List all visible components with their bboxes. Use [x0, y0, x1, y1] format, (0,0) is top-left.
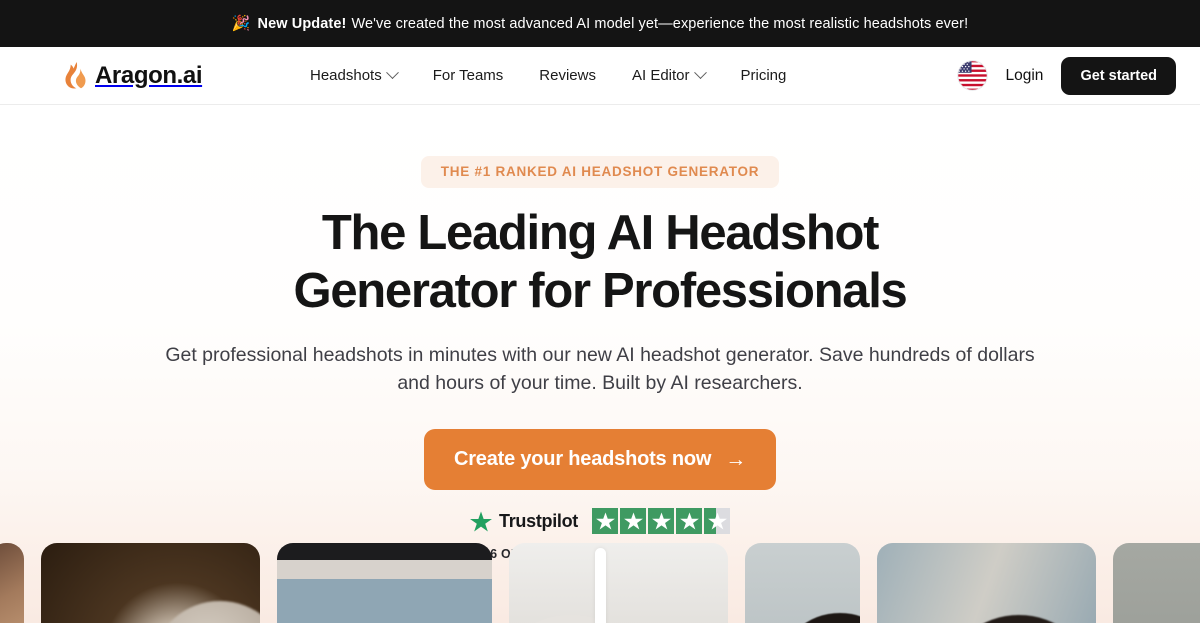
- headshot-card-1[interactable]: [41, 543, 260, 623]
- chevron-down-icon: [385, 66, 399, 80]
- us-flag-icon[interactable]: [956, 60, 988, 91]
- announcement-banner: 🎉 New Update! We've created the most adv…: [0, 0, 1200, 47]
- announcement-lead: New Update!: [257, 15, 347, 32]
- headline-line-2: Generator for Professionals: [293, 264, 908, 318]
- get-started-button[interactable]: Get started: [1061, 56, 1176, 95]
- nav-link-label: For Teams: [432, 67, 504, 84]
- nav-right-actions: Login Get started: [956, 56, 1176, 95]
- headshot-card-3[interactable]: [509, 543, 728, 623]
- headshot-card-5[interactable]: [877, 543, 1096, 623]
- hero-section: THE #1 RANKED AI HEADSHOT GENERATOR The …: [0, 105, 1200, 623]
- headshot-card-4[interactable]: [745, 543, 860, 623]
- nav-links: Headshots For Teams Reviews AI Editor Pr…: [310, 66, 787, 84]
- party-popper-icon: 🎉: [231, 15, 251, 32]
- main-navbar: Aragon.ai Headshots For Teams Reviews AI…: [0, 47, 1200, 105]
- nav-link-label: Reviews: [539, 67, 596, 84]
- page-title: The Leading AI Headshot Generator for Pr…: [0, 209, 1200, 316]
- star-3: [648, 508, 674, 535]
- trustpilot-name: Trustpilot: [499, 510, 578, 531]
- headshot-gallery: [0, 543, 1200, 623]
- cta-label: Create your headshots now: [453, 448, 712, 471]
- nav-link-ai-editor[interactable]: AI Editor: [631, 66, 707, 84]
- trustpilot-rating[interactable]: Trustpilot: [0, 508, 1200, 535]
- trustpilot-stars: [592, 508, 730, 535]
- star-5-partial: [704, 508, 730, 535]
- announcement-text: We've created the most advanced AI model…: [351, 15, 969, 32]
- star-2: [620, 508, 646, 535]
- nav-link-label: Headshots: [310, 67, 382, 84]
- chevron-down-icon: [693, 66, 707, 80]
- login-link[interactable]: Login: [1006, 67, 1044, 85]
- flame-icon: [65, 62, 86, 89]
- star-4: [676, 508, 702, 535]
- nav-link-for-teams[interactable]: For Teams: [433, 67, 504, 84]
- ranking-badge: THE #1 RANKED AI HEADSHOT GENERATOR: [420, 156, 780, 188]
- nav-link-label: AI Editor: [631, 67, 690, 84]
- brand-name: Aragon.ai: [95, 61, 203, 89]
- trustpilot-brand: Trustpilot: [470, 511, 578, 532]
- hero-subheading: Get professional headshots in minutes wi…: [165, 344, 1035, 394]
- brand-logo-link[interactable]: Aragon.ai: [64, 62, 202, 90]
- nav-link-pricing[interactable]: Pricing: [741, 67, 787, 84]
- arrow-right-icon: →: [725, 448, 747, 472]
- nav-link-headshots[interactable]: Headshots: [310, 66, 399, 84]
- headshot-card-2[interactable]: [277, 543, 492, 623]
- star-1: [592, 508, 618, 535]
- nav-link-label: Pricing: [740, 67, 787, 84]
- before-after-slider-handle[interactable]: [595, 548, 606, 623]
- headshot-card-0[interactable]: [0, 543, 24, 623]
- trustpilot-star-icon: [470, 511, 492, 532]
- create-headshots-button[interactable]: Create your headshots now →: [423, 429, 777, 491]
- nav-link-reviews[interactable]: Reviews: [539, 67, 596, 84]
- headshot-card-6[interactable]: [1113, 543, 1200, 623]
- headline-line-1: The Leading AI Headshot: [321, 206, 880, 260]
